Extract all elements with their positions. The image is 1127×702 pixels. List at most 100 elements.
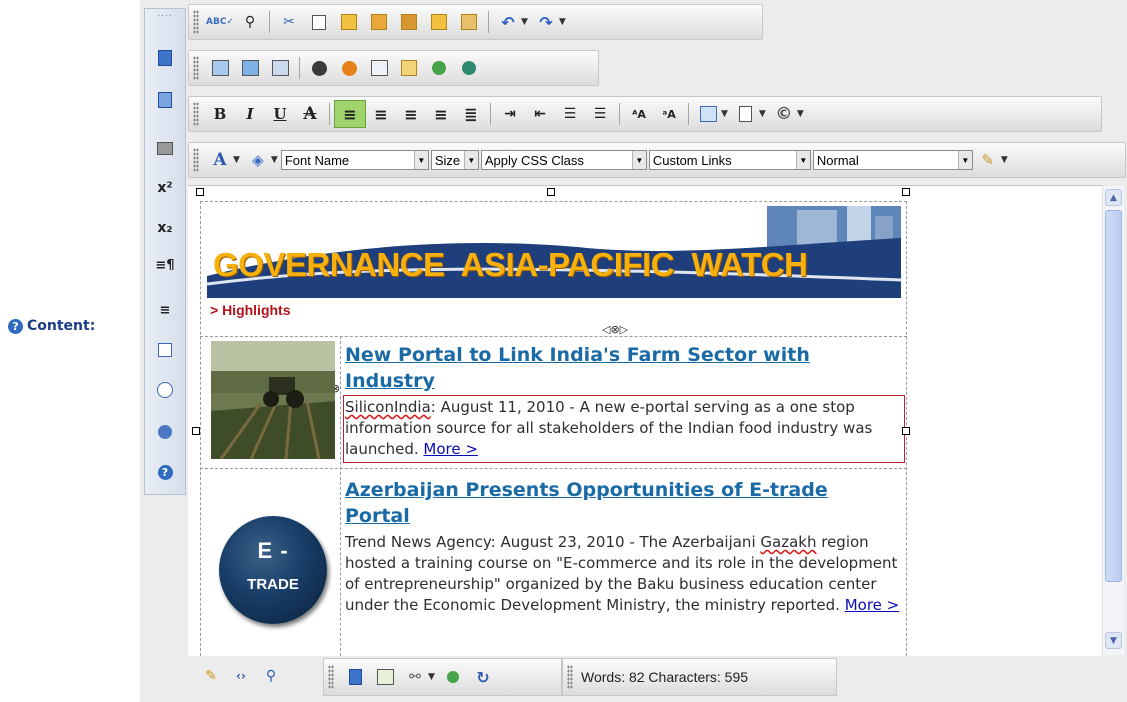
image-map-icon[interactable] [235,55,265,81]
paste-html-icon[interactable] [454,9,484,35]
insert-paragraph-icon[interactable]: ≡¶ [153,254,177,276]
indent-icon[interactable]: ⇥ [495,101,525,127]
line-spacing-icon[interactable]: ≡ [153,299,177,321]
table-icon[interactable] [693,101,723,127]
css-class-select[interactable]: Apply CSS Class ▼ [480,150,647,170]
bold-icon[interactable]: B [205,101,235,127]
underline-icon[interactable]: U [265,101,295,127]
toolbar-grip[interactable] [193,56,199,80]
print-icon[interactable] [153,137,177,159]
cell-resize-icon[interactable]: ◁⊗▷ [602,323,628,336]
symbols-icon[interactable]: © [769,101,799,127]
bullet-list-icon[interactable]: ☰ [585,101,615,127]
help-icon[interactable]: ? [8,318,23,334]
align-center-icon[interactable]: ≡ [366,101,396,127]
toolbar-grip[interactable] [567,665,573,689]
info-icon[interactable] [153,421,177,443]
cut-icon[interactable]: ✂ [274,9,304,35]
html-mode-icon[interactable]: ‹› [226,663,256,689]
format-stripper-icon[interactable]: ✎ [973,147,1003,173]
remove-alignment-icon[interactable]: ≣ [456,101,486,127]
properties-inspector-icon[interactable] [370,664,400,690]
flash-manager-icon[interactable] [304,55,334,81]
snippet-icon[interactable] [731,101,761,127]
more-link[interactable]: More > [845,596,900,614]
back-color-dropdown-icon[interactable]: ▼ [271,155,278,165]
decrease-size-icon[interactable]: ᵃA [654,101,684,127]
resize-handle[interactable] [902,188,910,196]
preview-mode-icon[interactable]: ⚲ [256,663,286,689]
design-mode-icon[interactable]: ✎ [196,663,226,689]
help-button-icon[interactable]: ? [153,461,177,483]
dom-inspector-icon[interactable]: ⚯ [400,664,430,690]
toolbar-grip[interactable] [328,665,334,689]
chevron-down-icon[interactable]: ▼ [957,151,972,169]
vertical-scrollbar[interactable]: ▲ ▼ [1102,186,1124,655]
document-manager-icon[interactable] [364,55,394,81]
font-size-select[interactable]: Size ▼ [430,150,479,170]
format-stripper-dropdown-icon[interactable]: ▼ [1001,155,1008,165]
chevron-down-icon[interactable]: ▼ [795,151,810,169]
italic-icon[interactable]: I [235,101,265,127]
outdent-icon[interactable]: ⇤ [525,101,555,127]
back-color-icon[interactable]: ◈ [243,147,273,173]
spellcheck-icon[interactable]: ABC✓ [205,9,235,35]
copy-icon[interactable] [304,9,334,35]
insert-date-icon[interactable] [153,339,177,361]
hyperlink-manager-icon[interactable] [424,55,454,81]
editor-content-area[interactable]: GOVERNANCE ASIA-PACIFIC WATCH > Highligh… [188,185,1102,656]
image-properties-icon[interactable] [265,55,295,81]
paragraph-style-select[interactable]: Normal ▼ [812,150,973,170]
table-dropdown-icon[interactable]: ▼ [721,109,728,119]
undo-icon[interactable]: ↶ [493,9,523,35]
redo-icon[interactable]: ↷ [531,9,561,35]
custom-links-select[interactable]: Custom Links ▼ [648,150,811,170]
snippet-dropdown-icon[interactable]: ▼ [759,109,766,119]
align-right-icon[interactable]: ≡ [396,101,426,127]
paste-plain-text-icon[interactable] [364,9,394,35]
template-manager-icon[interactable] [394,55,424,81]
find-replace-icon[interactable]: ⚲ [235,9,265,35]
paste-icon[interactable] [334,9,364,35]
chevron-down-icon[interactable]: ▼ [413,151,428,169]
fore-color-icon[interactable]: A [205,147,235,173]
insert-time-icon[interactable] [153,379,177,401]
increase-size-icon[interactable]: ᴬA [624,101,654,127]
strikethrough-icon[interactable]: A [295,101,325,127]
xhtml-validator-icon[interactable] [438,664,468,690]
toolbar-grip[interactable] [193,148,199,172]
dom-inspector-dropdown-icon[interactable]: ▼ [428,672,435,682]
module-manager-icon[interactable] [340,664,370,690]
chevron-down-icon[interactable]: ▼ [631,151,646,169]
more-link[interactable]: More > [423,440,478,458]
article-title[interactable]: Azerbaijan Presents Opportunities of E-t… [345,477,865,529]
resize-handle[interactable] [196,188,204,196]
import-icon[interactable] [153,89,177,111]
chevron-down-icon[interactable]: ▼ [463,151,478,169]
fore-color-dropdown-icon[interactable]: ▼ [233,155,240,165]
resize-handle[interactable] [192,427,200,435]
font-name-select[interactable]: Font Name ▼ [280,150,429,170]
image-manager-icon[interactable] [205,55,235,81]
resize-handle[interactable] [547,188,555,196]
scroll-up-icon[interactable]: ▲ [1105,189,1122,206]
subscript-icon[interactable]: x₂ [153,217,177,239]
remove-link-icon[interactable] [454,55,484,81]
justify-icon[interactable]: ≡ [426,101,456,127]
toolbar-grip[interactable] [193,102,199,126]
undo-dropdown-icon[interactable]: ▼ [521,17,528,27]
toolbar-grip[interactable] [193,10,199,34]
reload-icon[interactable]: ↻ [468,664,498,690]
superscript-icon[interactable]: x² [153,177,177,199]
paste-from-word-icon[interactable] [394,9,424,35]
media-manager-icon[interactable] [334,55,364,81]
toolbar-grip[interactable]: .... [153,10,177,19]
paste-as-html-icon[interactable] [424,9,454,35]
redo-dropdown-icon[interactable]: ▼ [559,17,566,27]
article-title[interactable]: New Portal to Link India's Farm Sector w… [345,342,905,394]
symbols-dropdown-icon[interactable]: ▼ [797,109,804,119]
numbered-list-icon[interactable]: ☰ [555,101,585,127]
align-left-icon[interactable]: ≡ [334,100,366,128]
paste-from-word-icon[interactable] [153,47,177,69]
scrollbar-thumb[interactable] [1105,210,1122,582]
